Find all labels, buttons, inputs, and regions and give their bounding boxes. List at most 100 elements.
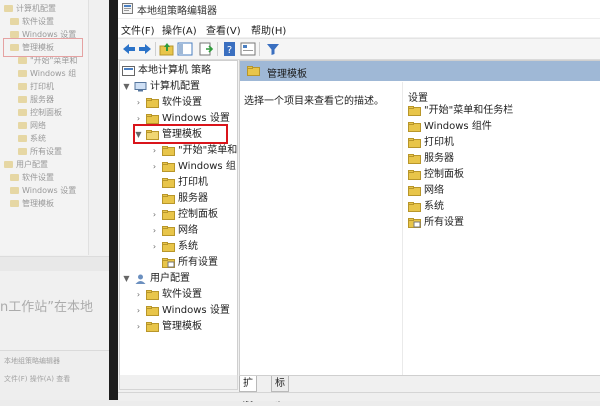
back-arrow-icon[interactable] [121, 41, 137, 57]
tree-label: 控制面板 [178, 209, 218, 220]
tree-label: 软件设置 [162, 97, 202, 108]
folder-icon [247, 66, 260, 76]
forward-arrow-icon[interactable] [137, 41, 153, 57]
settings-item-label: 网络 [424, 185, 444, 196]
folder-icon [162, 194, 175, 204]
details-header-title: 管理模板 [267, 69, 307, 80]
bg-tree-item: 所有设置 [18, 145, 62, 158]
folder-icon [162, 146, 175, 156]
tree-label: "开始"菜单和 [178, 145, 238, 156]
folder-icon [146, 290, 159, 300]
folder-icon [146, 306, 159, 316]
gpedit-window: 本地组策略编辑器 文件(F) 操作(A) 查看(V) 帮助(H) ? 本地计算机… [118, 0, 600, 404]
toolbar-separator [155, 42, 156, 56]
collapsed-arrow-icon[interactable]: › [134, 303, 143, 318]
folder-icon [162, 210, 175, 220]
collapsed-arrow-icon[interactable]: › [150, 159, 159, 174]
settings-item-label: "开始"菜单和任务栏 [424, 105, 514, 116]
tree-label: Windows 组 [178, 161, 236, 172]
settings-item-label: 服务器 [424, 153, 454, 164]
collapsed-arrow-icon[interactable]: › [134, 287, 143, 302]
tree-label: 系统 [178, 241, 198, 252]
column-divider [402, 82, 403, 375]
collapsed-arrow-icon[interactable]: › [150, 239, 159, 254]
background-window: 计算机配置 软件设置 Windows 设置 管理模板 "开始"菜单和 Windo… [0, 0, 118, 400]
export-list-icon[interactable] [198, 41, 214, 57]
folder-icon [408, 106, 421, 116]
collapsed-arrow-icon[interactable]: › [150, 223, 159, 238]
folder-icon [162, 226, 175, 236]
folder-icon [146, 98, 159, 108]
menu-view[interactable]: 查看(V) [206, 22, 241, 37]
expanded-arrow-icon[interactable]: ▼ [122, 271, 131, 286]
toolbar-separator [217, 42, 218, 56]
tree-label: 用户配置 [150, 273, 190, 284]
bg-tree-item: 用户配置 [4, 158, 48, 171]
tab-extended[interactable]: 扩展 [239, 376, 257, 404]
folder-icon [162, 162, 175, 172]
expanded-arrow-icon[interactable]: ▼ [122, 79, 131, 94]
bg-tree-item: 管理模板 [10, 197, 54, 210]
tree-label: 管理模板 [162, 321, 202, 332]
highlight-box [133, 124, 228, 144]
tree-label: 网络 [178, 225, 198, 236]
bg-tree-item: 控制面板 [18, 106, 62, 119]
user-icon [135, 274, 146, 284]
menu-action[interactable]: 操作(A) [162, 22, 197, 37]
collapsed-arrow-icon[interactable]: › [134, 95, 143, 110]
settings-item-label: 打印机 [424, 137, 454, 148]
bg-tree-item: 计算机配置 [4, 2, 56, 15]
tree-label: 打印机 [178, 177, 208, 188]
tab-standard[interactable]: 标准 [271, 376, 289, 404]
settings-item-label: 控制面板 [424, 169, 464, 180]
tree-label: Windows 设置 [162, 305, 230, 316]
folder-icon [162, 242, 175, 252]
bg-tree-item: 服务器 [18, 93, 54, 106]
up-folder-icon[interactable] [159, 41, 175, 57]
settings-item-label: Windows 组件 [424, 121, 492, 132]
bg-tree-item: 网络 [18, 119, 46, 132]
tree-label: 本地计算机 策略 [138, 65, 212, 76]
tree-label: 软件设置 [162, 289, 202, 300]
bg-tree-item: 打印机 [18, 80, 54, 93]
toolbar-separator [259, 42, 260, 56]
folder-icon [162, 178, 175, 188]
folder-icon [408, 202, 421, 212]
menu-file[interactable]: 文件(F) [121, 22, 155, 37]
help-icon[interactable]: ? [222, 41, 238, 57]
collapsed-arrow-icon[interactable]: › [150, 207, 159, 222]
collapsed-arrow-icon[interactable]: › [134, 319, 143, 334]
tree-horizontal-scrollbar[interactable] [119, 375, 238, 390]
tree-label: 服务器 [178, 193, 208, 204]
title-bar: 本地组策略编辑器 [118, 0, 600, 18]
filter-icon[interactable] [265, 41, 281, 57]
background-tree: 计算机配置 软件设置 Windows 设置 管理模板 "开始"菜单和 Windo… [0, 0, 89, 255]
properties-icon[interactable] [240, 41, 256, 57]
details-pane: 管理模板 选择一个项目来查看它的描述。 设置 "开始"菜单和任务栏 Window… [239, 60, 600, 376]
collapsed-arrow-icon[interactable]: › [150, 143, 159, 158]
bg-tree-item: 系统 [18, 132, 46, 145]
bg-tree-item: 软件设置 [10, 15, 54, 28]
settings-column-header[interactable]: 设置 [408, 89, 428, 104]
folder-icon [408, 170, 421, 180]
policy-root-icon [122, 66, 135, 76]
folder-icon [408, 122, 421, 132]
bg-article-text: n工作站”在本地 [0, 300, 93, 315]
bg-tree-item: Windows 组 [18, 67, 76, 80]
details-header: 管理模板 [240, 61, 600, 81]
settings-folder-icon [408, 218, 421, 228]
folder-icon [408, 154, 421, 164]
window-border-strip [109, 0, 118, 400]
tree-label: 计算机配置 [150, 81, 200, 92]
toolbar: ? [118, 38, 600, 60]
settings-item-label: 系统 [424, 201, 444, 212]
folder-icon [146, 322, 159, 332]
bg-highlight-box [3, 38, 83, 57]
folder-icon [408, 186, 421, 196]
bg-tree-item: Windows 设置 [10, 184, 76, 197]
folder-icon [146, 114, 159, 124]
menu-help[interactable]: 帮助(H) [251, 22, 286, 37]
window-title: 本地组策略编辑器 [137, 6, 217, 17]
bg-scrollbar [0, 256, 118, 271]
show-hide-tree-icon[interactable] [177, 41, 193, 57]
